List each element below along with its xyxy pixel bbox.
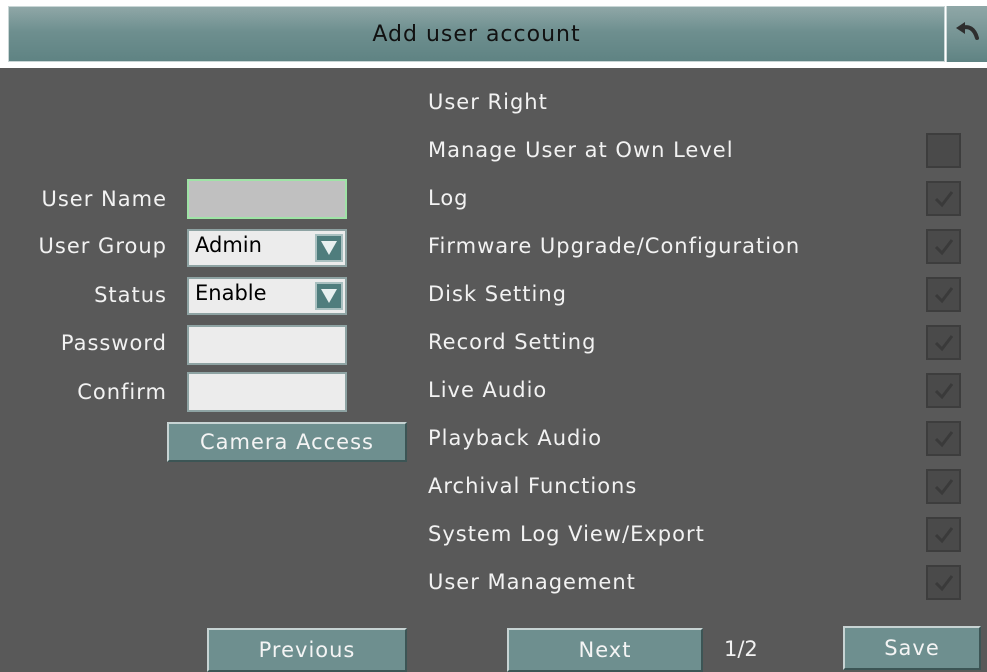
checkmark-icon xyxy=(934,287,954,304)
confirm-label: Confirm xyxy=(77,380,167,404)
password-label: Password xyxy=(60,331,167,355)
status-select[interactable]: Enable xyxy=(187,277,347,315)
right-label: Playback Audio xyxy=(428,426,603,450)
camera-access-button[interactable]: Camera Access xyxy=(167,422,407,462)
user-name-label: User Name xyxy=(41,187,167,211)
checkmark-icon xyxy=(934,383,954,400)
right-checkbox[interactable] xyxy=(926,325,961,360)
checkmark-icon xyxy=(934,431,954,448)
right-label: User Management xyxy=(428,570,636,594)
right-label: Firmware Upgrade/Configuration xyxy=(428,234,801,258)
right-checkbox[interactable] xyxy=(926,277,961,312)
save-button[interactable]: Save xyxy=(843,626,981,670)
right-checkbox[interactable] xyxy=(926,373,961,408)
checkmark-icon xyxy=(934,239,954,256)
status-dropdown-button[interactable] xyxy=(315,282,343,310)
right-checkbox[interactable] xyxy=(926,421,961,456)
right-checkbox[interactable] xyxy=(926,181,961,216)
checkmark-icon xyxy=(934,191,954,208)
right-label: Disk Setting xyxy=(428,282,567,306)
user-group-dropdown-button[interactable] xyxy=(315,234,343,262)
checkmark-icon xyxy=(934,575,954,592)
checkmark-icon xyxy=(934,335,954,352)
confirm-password-input[interactable] xyxy=(187,372,347,412)
user-group-label: User Group xyxy=(38,234,167,258)
user-group-select[interactable]: Admin xyxy=(187,229,347,267)
next-button[interactable]: Next xyxy=(507,628,703,672)
password-input[interactable] xyxy=(187,325,347,365)
status-value: Enable xyxy=(195,281,267,305)
user-name-input[interactable] xyxy=(187,179,347,219)
right-checkbox[interactable] xyxy=(926,517,961,552)
right-label: Manage User at Own Level xyxy=(428,138,734,162)
right-checkbox[interactable] xyxy=(926,133,961,168)
user-group-value: Admin xyxy=(195,233,262,257)
right-checkbox[interactable] xyxy=(926,565,961,600)
user-right-header: User Right xyxy=(428,90,548,114)
right-label: Record Setting xyxy=(428,330,597,354)
back-button[interactable] xyxy=(946,6,987,62)
checkmark-icon xyxy=(934,479,954,496)
right-label: Live Audio xyxy=(428,378,548,402)
title-bar-inner: Add user account xyxy=(8,6,945,62)
right-checkbox[interactable] xyxy=(926,229,961,264)
back-arrow-icon xyxy=(956,22,979,40)
checkmark-icon xyxy=(934,527,954,544)
right-label: Log xyxy=(428,186,469,210)
right-checkbox[interactable] xyxy=(926,469,961,504)
page-indicator: 1/2 xyxy=(724,637,758,661)
title-bar: Add user account xyxy=(0,0,987,68)
right-label: System Log View/Export xyxy=(428,522,705,546)
previous-button[interactable]: Previous xyxy=(207,628,407,672)
right-label: Archival Functions xyxy=(428,474,638,498)
status-label: Status xyxy=(94,283,167,307)
chevron-down-icon xyxy=(321,241,337,255)
chevron-down-icon xyxy=(321,289,337,303)
window-title: Add user account xyxy=(372,22,581,47)
